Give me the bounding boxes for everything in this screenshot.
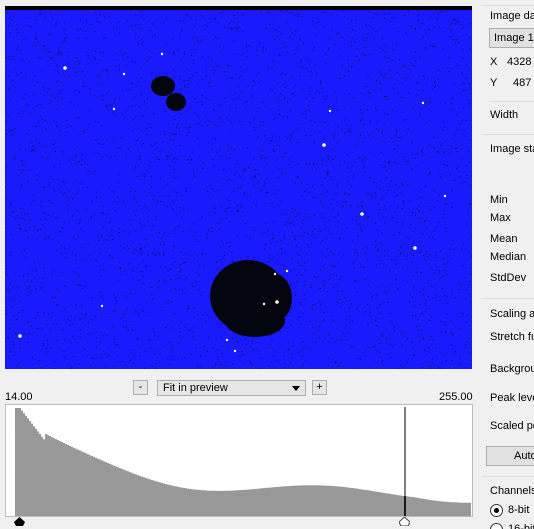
star-field bbox=[5, 10, 472, 369]
bit-16-label: 16-bit bbox=[508, 523, 534, 529]
image-preview[interactable] bbox=[5, 6, 472, 369]
panel-divider bbox=[482, 134, 534, 135]
panel-divider bbox=[482, 476, 534, 477]
white-point-slider[interactable] bbox=[399, 517, 410, 526]
chevron-down-icon bbox=[292, 386, 300, 391]
x-label: X bbox=[490, 56, 498, 68]
image-data-title: Image da bbox=[490, 10, 534, 22]
stat-max-label: Max bbox=[490, 212, 511, 224]
histogram-min-label: 14.00 bbox=[5, 391, 33, 403]
stretch-function-label: Stretch fu bbox=[490, 331, 534, 343]
scaled-peak-label: Scaled pe bbox=[490, 420, 534, 432]
histogram-bars bbox=[15, 407, 471, 516]
channels-title: Channels bbox=[490, 485, 534, 497]
image-select[interactable]: Image 1 bbox=[489, 28, 534, 48]
auto-button[interactable]: Auto bbox=[486, 446, 534, 466]
zoom-select[interactable]: Fit in preview bbox=[157, 380, 306, 396]
image-stats-title: Image sta bbox=[490, 143, 534, 155]
panel-divider bbox=[482, 298, 534, 299]
zoom-select-value: Fit in preview bbox=[163, 382, 228, 394]
histogram[interactable] bbox=[5, 404, 473, 517]
zoom-in-button[interactable]: + bbox=[312, 380, 327, 395]
bit-16-radio[interactable] bbox=[490, 523, 503, 529]
stat-mean-label: Mean bbox=[490, 233, 518, 245]
black-point-slider[interactable] bbox=[14, 517, 25, 526]
background-label: Backgrou bbox=[490, 363, 534, 375]
stat-stddev-label: StdDev bbox=[490, 272, 527, 284]
y-value: 487 p bbox=[513, 77, 534, 89]
y-label: Y bbox=[490, 77, 498, 89]
stat-min-label: Min bbox=[490, 194, 508, 206]
stat-median-label: Median bbox=[490, 251, 527, 263]
histogram-max-label: 255.00 bbox=[439, 391, 473, 403]
bit-8-label: 8-bit bbox=[508, 504, 530, 516]
width-label: Width bbox=[490, 109, 519, 121]
bit-8-radio[interactable] bbox=[490, 504, 503, 517]
panel-divider bbox=[490, 101, 534, 102]
peak-level-label: Peak leve bbox=[490, 392, 534, 404]
x-value: 4328 p bbox=[507, 56, 534, 68]
zoom-controls: - Fit in preview + bbox=[0, 378, 480, 398]
panel-divider bbox=[482, 5, 534, 6]
zoom-out-button[interactable]: - bbox=[133, 380, 148, 395]
scaling-title: Scaling an bbox=[490, 308, 534, 320]
settings-panel: Image da Image 1 X 4328 p Y 487 p Width … bbox=[480, 0, 534, 529]
